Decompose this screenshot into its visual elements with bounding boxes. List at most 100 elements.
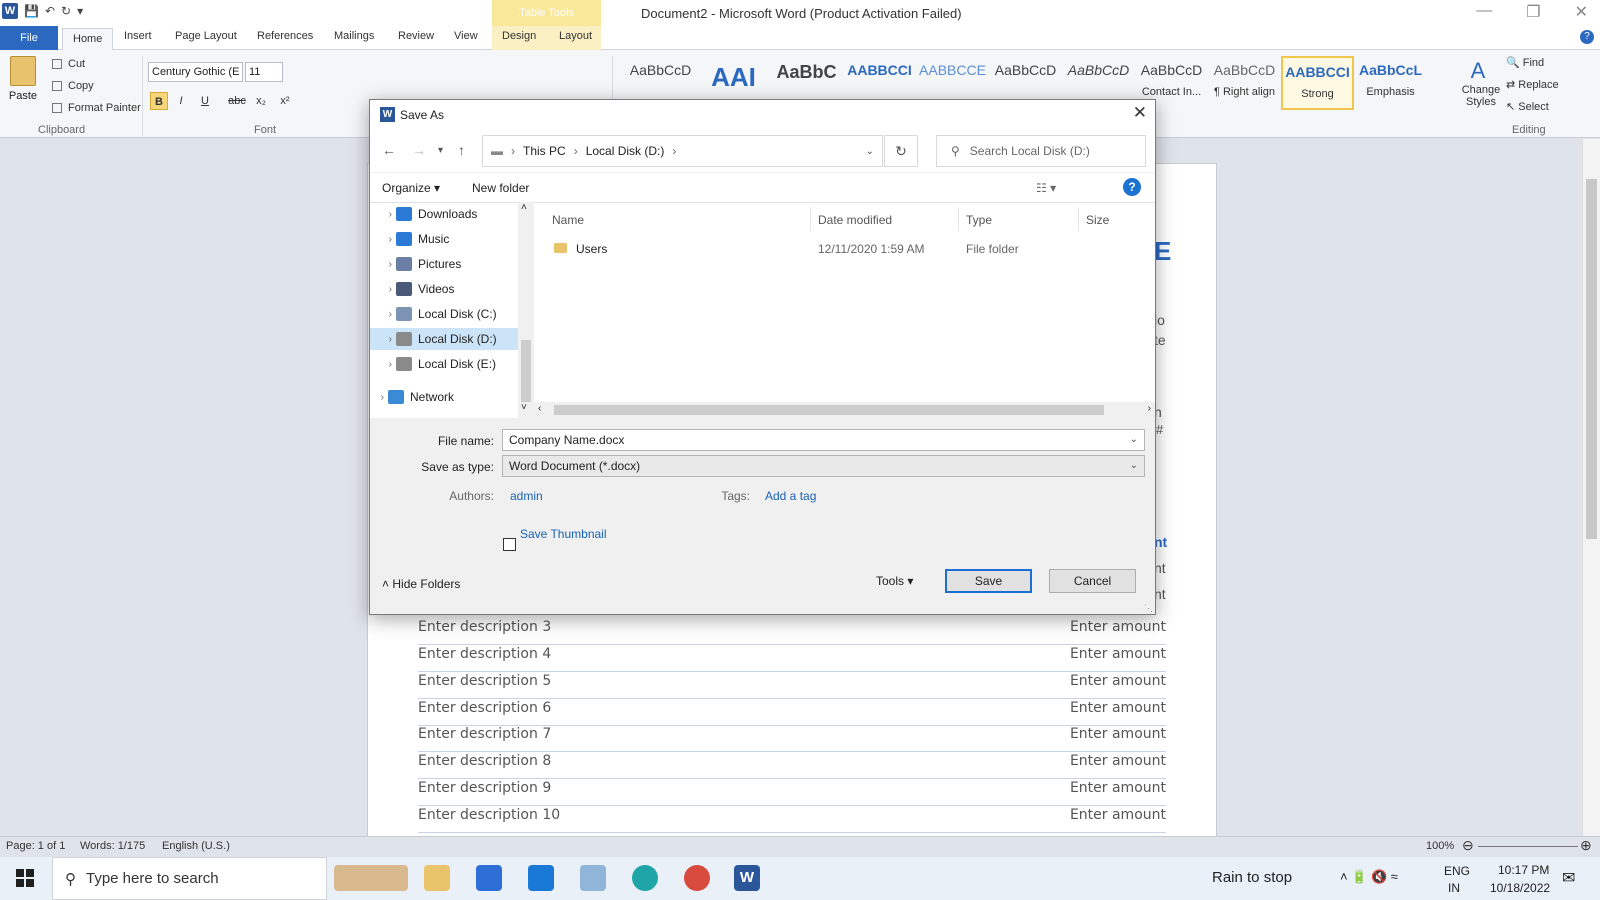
column-divider[interactable] bbox=[958, 207, 959, 231]
save-thumbnail-label[interactable]: Save Thumbnail bbox=[520, 527, 607, 541]
zoom-out-icon[interactable]: ⊖ bbox=[1462, 837, 1474, 854]
tab-layout[interactable]: Layout bbox=[559, 30, 592, 42]
folder-tree-scrollbar[interactable]: ˄ ˅ bbox=[518, 202, 534, 418]
scrollbar-thumb[interactable] bbox=[554, 405, 1104, 415]
organize-button[interactable]: Organize ▾ bbox=[382, 181, 440, 195]
table-row[interactable]: Enter description 7 Enter amount bbox=[418, 726, 1166, 752]
tree-item-network[interactable]: › Network bbox=[370, 386, 518, 408]
mail-icon[interactable] bbox=[528, 865, 554, 891]
resize-grip-icon[interactable]: ⋱ bbox=[1144, 603, 1153, 614]
breadcrumb-this-pc[interactable]: This PC bbox=[523, 144, 566, 158]
underline-button[interactable]: U bbox=[196, 92, 214, 110]
chevron-right-icon[interactable]: › bbox=[370, 392, 384, 403]
chevron-right-icon[interactable]: › bbox=[370, 334, 392, 345]
style-tile-emphasis[interactable]: AaBbCcL Emphasis bbox=[1354, 56, 1427, 110]
change-styles-button[interactable]: A Change Styles bbox=[1458, 58, 1501, 108]
paste-button[interactable]: Paste bbox=[8, 56, 38, 102]
forward-arrow-icon[interactable]: → bbox=[412, 142, 426, 158]
chevron-right-icon[interactable]: › bbox=[370, 284, 392, 295]
app-icon[interactable] bbox=[580, 865, 606, 891]
save-type-select[interactable]: Word Document (*.docx) ⌄ bbox=[502, 455, 1145, 477]
tab-page-layout[interactable]: Page Layout bbox=[175, 30, 237, 42]
column-divider[interactable] bbox=[810, 207, 811, 231]
breadcrumb-local-disk-d[interactable]: Local Disk (D:) bbox=[586, 144, 665, 158]
cancel-button[interactable]: Cancel bbox=[1049, 569, 1136, 593]
table-row[interactable]: Enter description 3 Enter amount bbox=[418, 619, 1166, 645]
minimize-button[interactable]: — bbox=[1476, 2, 1492, 22]
region-code[interactable]: IN bbox=[1448, 881, 1460, 895]
scroll-left-icon[interactable]: ‹ bbox=[538, 403, 541, 414]
chevron-right-icon[interactable]: › bbox=[370, 209, 392, 220]
word-count[interactable]: Words: 1/175 bbox=[80, 840, 145, 852]
font-size-select[interactable]: 11 bbox=[245, 62, 283, 82]
document-vertical-scrollbar[interactable] bbox=[1582, 139, 1600, 836]
tree-item-pictures[interactable]: › Pictures bbox=[370, 253, 518, 275]
table-row[interactable]: Enter description 10 Enter amount bbox=[418, 807, 1166, 833]
replace-button[interactable]: ⇄ Replace bbox=[1506, 78, 1559, 91]
table-row[interactable]: Enter description 8 Enter amount bbox=[418, 753, 1166, 779]
save-button[interactable]: Save bbox=[945, 569, 1032, 593]
view-options-icon[interactable]: ☷ ▾ bbox=[1036, 181, 1056, 195]
copy-button[interactable]: Copy bbox=[52, 80, 94, 92]
chevron-right-icon[interactable]: › bbox=[370, 359, 392, 370]
dialog-search-input[interactable]: ⚲ Search Local Disk (D:) bbox=[936, 135, 1146, 167]
style-tile-strong[interactable]: AABBCCI Strong bbox=[1281, 56, 1354, 110]
zoom-slider[interactable] bbox=[1478, 846, 1578, 847]
hide-folders-button[interactable]: ˄ Hide Folders bbox=[382, 577, 460, 591]
recent-locations-icon[interactable]: ▾ bbox=[438, 145, 443, 156]
zoom-in-icon[interactable]: ⊕ bbox=[1580, 837, 1592, 854]
scroll-up-icon[interactable]: ˄ bbox=[521, 202, 527, 213]
address-dropdown-icon[interactable]: ⌄ bbox=[866, 146, 874, 157]
tab-design[interactable]: Design bbox=[502, 30, 536, 42]
taskbar-search[interactable]: ⚲ Type here to search bbox=[52, 857, 327, 900]
chevron-right-icon[interactable]: › bbox=[370, 259, 392, 270]
tab-references[interactable]: References bbox=[257, 30, 313, 42]
refresh-icon[interactable]: ↻ bbox=[884, 135, 918, 167]
table-row[interactable]: Enter description 4 Enter amount bbox=[418, 646, 1166, 672]
microsoft-store-icon[interactable] bbox=[476, 865, 502, 891]
add-tag-link[interactable]: Add a tag bbox=[765, 489, 816, 503]
column-header-date[interactable]: Date modified bbox=[818, 213, 892, 227]
table-row[interactable]: Enter description 6 Enter amount bbox=[418, 700, 1166, 726]
tree-item-local-disk-e[interactable]: › Local Disk (E:) bbox=[370, 353, 518, 375]
windows-start-icon[interactable] bbox=[16, 869, 34, 887]
tab-review[interactable]: Review bbox=[398, 30, 434, 42]
subscript-button[interactable]: x₂ bbox=[252, 92, 270, 110]
find-button[interactable]: 🔍 Find bbox=[1506, 56, 1544, 69]
notifications-icon[interactable]: ✉ bbox=[1562, 868, 1575, 888]
clock-time[interactable]: 10:17 PM bbox=[1498, 863, 1549, 877]
table-row[interactable]: Enter description 9 Enter amount bbox=[418, 780, 1166, 806]
search-highlight-image[interactable] bbox=[334, 865, 408, 891]
scroll-right-icon[interactable]: › bbox=[1148, 403, 1151, 414]
scrollbar-thumb[interactable] bbox=[1586, 179, 1597, 539]
scroll-down-icon[interactable]: ˅ bbox=[521, 402, 527, 413]
tree-item-local-disk-c[interactable]: › Local Disk (C:) bbox=[370, 303, 518, 325]
save-icon[interactable]: 💾 bbox=[24, 4, 39, 18]
tree-item-videos[interactable]: › Videos bbox=[370, 278, 518, 300]
column-header-size[interactable]: Size bbox=[1086, 213, 1109, 227]
chevron-down-icon[interactable]: ⌄ bbox=[1130, 456, 1138, 476]
table-row[interactable]: Enter description 5 Enter amount bbox=[418, 673, 1166, 699]
chevron-right-icon[interactable]: › bbox=[370, 234, 392, 245]
tools-menu-button[interactable]: Tools ▾ bbox=[876, 574, 913, 588]
restore-button[interactable]: ❐ bbox=[1526, 2, 1540, 22]
strikethrough-button[interactable]: abc bbox=[228, 92, 246, 110]
back-arrow-icon[interactable]: ← bbox=[382, 142, 396, 158]
tree-item-local-disk-d[interactable]: › Local Disk (D:) bbox=[370, 328, 518, 350]
tree-item-downloads[interactable]: › Downloads bbox=[370, 203, 518, 225]
chevron-down-icon[interactable]: ⌄ bbox=[1130, 430, 1138, 450]
scrollbar-thumb[interactable] bbox=[521, 340, 531, 402]
file-row[interactable]: Users 12/11/2020 1:59 AM File folder bbox=[542, 237, 1142, 261]
undo-icon[interactable]: ↶ bbox=[45, 4, 55, 18]
close-dialog-button[interactable]: ✕ bbox=[1133, 103, 1147, 123]
customize-qat-icon[interactable]: ▾ bbox=[77, 4, 83, 18]
file-explorer-icon[interactable] bbox=[424, 865, 450, 891]
tab-home[interactable]: Home bbox=[62, 28, 114, 50]
edge-icon[interactable] bbox=[632, 865, 658, 891]
tab-file[interactable]: File bbox=[0, 26, 58, 50]
select-button[interactable]: ↖ Select bbox=[1506, 100, 1549, 113]
file-list-horizontal-scrollbar[interactable]: ‹ › bbox=[534, 402, 1155, 418]
new-folder-button[interactable]: New folder bbox=[472, 181, 529, 195]
tree-item-music[interactable]: › Music bbox=[370, 228, 518, 250]
style-tile[interactable]: AaBbCcD ¶ Right align bbox=[1208, 56, 1281, 110]
